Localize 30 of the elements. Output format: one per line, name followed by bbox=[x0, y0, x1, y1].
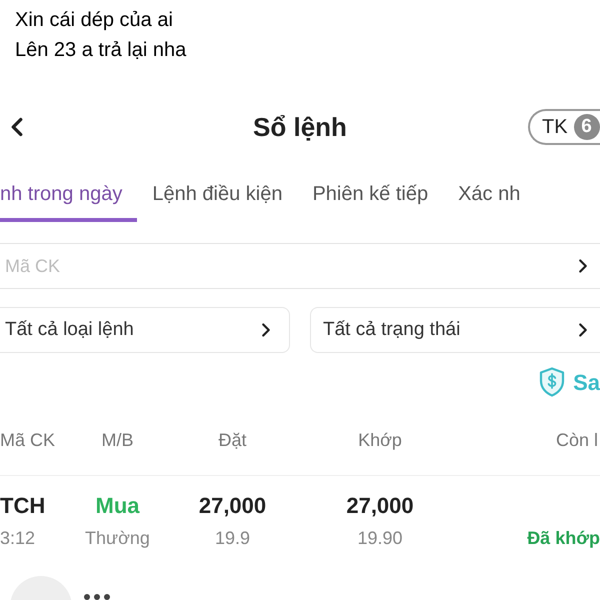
column-header: M/B bbox=[101, 428, 134, 452]
link-label: Sa bbox=[573, 368, 600, 396]
filter-dropdown[interactable]: Tất cả trạng thái bbox=[310, 307, 600, 353]
shield-dollar-icon bbox=[539, 367, 566, 397]
account-label: TK bbox=[542, 115, 568, 140]
account-button[interactable]: TK 6 bbox=[528, 109, 600, 145]
account-count-badge: 6 bbox=[574, 114, 600, 140]
symbol-cell-text: TCH bbox=[0, 492, 46, 520]
tab[interactable]: Lệnh điều kiện bbox=[137, 170, 298, 222]
order-sub-cell-text: 19.9 bbox=[214, 527, 250, 550]
column-header: Mã CK bbox=[0, 428, 56, 452]
symbol-field[interactable]: Mã CK bbox=[0, 243, 600, 289]
tab[interactable]: Xác nh bbox=[443, 170, 536, 222]
message-line: Lên 23 a trả lại nha bbox=[15, 38, 186, 63]
message-line: Xin cái dép của ai bbox=[15, 8, 173, 33]
matched-price-cell-text: 27,000 bbox=[346, 492, 414, 520]
column-header: Khớp bbox=[358, 428, 402, 452]
more-dots-icon[interactable] bbox=[84, 594, 110, 600]
column-header: Còn l bbox=[556, 428, 598, 452]
status-cell-text: Đã khớp bbox=[527, 527, 600, 550]
matched-sub-cell-text: 19.90 bbox=[357, 527, 403, 550]
order-price-cell-text: 27,000 bbox=[198, 492, 266, 520]
order-type-cell-text: Thường bbox=[85, 527, 150, 550]
page-title: Sổ lệnh bbox=[253, 110, 347, 144]
tab[interactable]: Phiên kế tiếp bbox=[297, 170, 444, 222]
filter-dropdown[interactable]: Tất cả loại lệnh bbox=[0, 307, 290, 353]
side-cell-text: Mua bbox=[96, 492, 140, 520]
column-header: Đặt bbox=[218, 428, 246, 452]
time-cell-text: 3:12 bbox=[0, 527, 36, 550]
tab[interactable]: nh trong ngày bbox=[0, 170, 138, 222]
